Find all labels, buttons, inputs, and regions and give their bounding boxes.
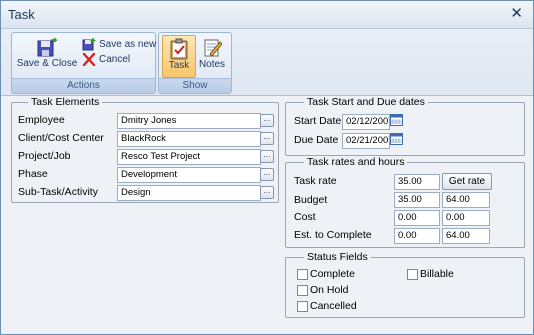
budget-label: Budget [294, 194, 328, 206]
task-rate-field[interactable]: 35.00 [394, 174, 440, 190]
actions-group-label: Actions [12, 78, 155, 93]
close-icon[interactable]: ✕ [510, 4, 523, 22]
billable-checkbox[interactable] [407, 269, 418, 280]
task-clipboard-icon [170, 38, 188, 60]
title-bar: Task ✕ [1, 1, 533, 29]
cancel-icon [82, 52, 96, 67]
employee-browse-button[interactable]: ... [260, 114, 274, 127]
on-hold-label: On Hold [310, 284, 349, 296]
phase-browse-button[interactable]: ... [260, 168, 274, 181]
status-section: Status Fields Complete Billable On Hold … [285, 251, 525, 318]
show-group-label: Show [159, 78, 231, 93]
client-cost-center-label: Client/Cost Center [18, 132, 104, 144]
ribbon: Save & Close Save as new Cancel Actions [1, 29, 533, 96]
dates-section: Task Start and Due dates Start Date 02/1… [285, 96, 525, 156]
save-as-new-button[interactable]: Save as new [82, 38, 156, 51]
client-browse-button[interactable]: ... [260, 132, 274, 145]
cancel-button[interactable]: Cancel [82, 52, 131, 67]
budget-field-b[interactable]: 64.00 [442, 192, 490, 208]
project-browse-button[interactable]: ... [260, 150, 274, 163]
notes-icon [204, 39, 222, 57]
est-to-complete-label: Est. to Complete [294, 229, 372, 241]
client-cost-center-field[interactable]: BlackRock [117, 131, 261, 147]
billable-label: Billable [420, 268, 454, 280]
save-close-icon [37, 38, 58, 57]
window-title: Task [8, 7, 35, 22]
actions-group: Save & Close Save as new Cancel Actions [11, 32, 156, 94]
cost-field-b[interactable]: 0.00 [442, 210, 490, 226]
cancelled-label: Cancelled [310, 300, 357, 312]
save-as-new-label: Save as new [99, 39, 157, 51]
rates-legend: Task rates and hours [304, 156, 408, 168]
phase-label: Phase [18, 168, 48, 180]
due-date-label: Due Date [294, 134, 339, 146]
dates-legend: Task Start and Due dates [304, 96, 428, 108]
sub-task-activity-label: Sub-Task/Activity [18, 186, 98, 198]
project-job-label: Project/Job [18, 150, 71, 162]
budget-field-a[interactable]: 35.00 [394, 192, 440, 208]
get-rate-button[interactable]: Get rate [442, 173, 492, 190]
rates-section: Task rates and hours Task rate 35.00 Get… [285, 156, 525, 248]
est-to-complete-field-b[interactable]: 64.00 [442, 228, 490, 244]
status-legend: Status Fields [304, 251, 371, 263]
notes-view-label: Notes [198, 59, 226, 70]
cost-label: Cost [294, 211, 316, 223]
cancelled-checkbox[interactable] [297, 301, 308, 312]
show-group: Task Notes Show [158, 32, 232, 94]
complete-checkbox[interactable] [297, 269, 308, 280]
save-as-new-icon [82, 38, 96, 51]
cost-field-a[interactable]: 0.00 [394, 210, 440, 226]
start-date-calendar-icon[interactable] [390, 114, 403, 126]
task-elements-legend: Task Elements [28, 96, 103, 108]
task-view-label: Task [168, 60, 190, 71]
task-window: Task ✕ Save & Close Save as new Cancel A… [0, 0, 534, 335]
project-job-field[interactable]: Resco Test Project [117, 149, 261, 165]
save-close-label: Save & Close [16, 58, 78, 69]
sub-task-activity-field[interactable]: Design [117, 185, 261, 201]
sub-task-browse-button[interactable]: ... [260, 186, 274, 199]
cancel-label: Cancel [99, 54, 131, 66]
start-date-field[interactable]: 02/12/2007 [342, 114, 390, 130]
start-date-label: Start Date [294, 115, 342, 127]
due-date-field[interactable]: 02/21/2007 [342, 133, 390, 149]
due-date-calendar-icon[interactable] [390, 133, 403, 145]
employee-field[interactable]: Dmitry Jones [117, 113, 261, 129]
notes-view-button[interactable]: Notes [197, 35, 227, 76]
task-view-button[interactable]: Task [162, 35, 196, 78]
task-elements-section: Task Elements Employee Dmitry Jones ... … [11, 96, 279, 203]
est-to-complete-field-a[interactable]: 0.00 [394, 228, 440, 244]
save-close-button[interactable]: Save & Close [15, 36, 79, 76]
on-hold-checkbox[interactable] [297, 285, 308, 296]
task-form: Task Elements Employee Dmitry Jones ... … [1, 96, 533, 334]
complete-label: Complete [310, 268, 355, 280]
task-rate-label: Task rate [294, 175, 337, 187]
phase-field[interactable]: Development [117, 167, 261, 183]
employee-label: Employee [18, 114, 65, 126]
